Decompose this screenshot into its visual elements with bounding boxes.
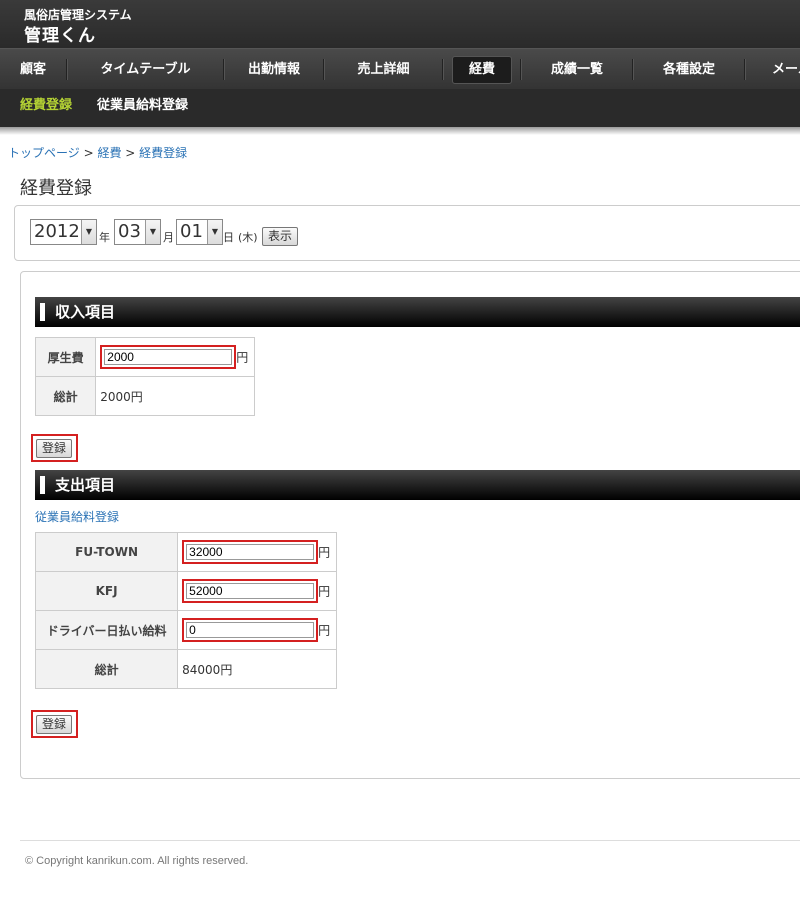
- total-label: 総計: [34, 649, 179, 689]
- nav-separator: [744, 59, 746, 80]
- table-row: KFJ 円: [34, 571, 337, 611]
- expense-table: FU-TOWN 円 KFJ 円 ドライバー日払い給料 円 総計 84000円: [34, 532, 337, 689]
- breadcrumb-current-link[interactable]: 経費登録: [139, 146, 187, 160]
- footer-divider: [20, 840, 800, 841]
- header: 風俗店管理システム 管理くん 顧客 タイムテーブル 出勤情報 売上詳細 経費 成…: [0, 0, 800, 128]
- input-highlight: [100, 345, 237, 369]
- welfare-fee-input[interactable]: [104, 349, 233, 365]
- year-select[interactable]: 2012 ▼: [30, 219, 97, 245]
- total-label: 総計: [34, 376, 97, 416]
- table-row: 総計 2000円: [34, 376, 255, 416]
- input-highlight: [182, 540, 319, 564]
- nav-item-customers[interactable]: 顧客: [0, 49, 66, 90]
- expense-section-header: 支出項目: [35, 470, 800, 500]
- row-label: KFJ: [34, 571, 179, 611]
- breadcrumb-section-link[interactable]: 経費: [97, 146, 121, 160]
- show-button[interactable]: 表示: [262, 227, 298, 246]
- nav-item-attendance[interactable]: 出勤情報: [225, 49, 323, 90]
- unit-label: 円: [318, 623, 331, 638]
- year-label: 年: [99, 231, 110, 244]
- input-highlight: [182, 579, 319, 603]
- income-register-button[interactable]: 登録: [36, 439, 72, 458]
- chevron-down-icon: ▼: [207, 220, 222, 244]
- income-table: 厚生費 円 総計 2000円: [34, 337, 255, 416]
- day-select[interactable]: 01 ▼: [176, 219, 223, 245]
- nav-item-sales-detail[interactable]: 売上詳細: [325, 49, 442, 90]
- chevron-down-icon: ▼: [81, 220, 96, 244]
- unit-label: 円: [318, 584, 331, 599]
- table-row: 厚生費 円: [34, 337, 255, 377]
- kfj-input[interactable]: [186, 583, 315, 599]
- nav-item-performance[interactable]: 成績一覧: [522, 49, 632, 90]
- chevron-down-icon: ▼: [145, 220, 160, 244]
- unit-label: 円: [236, 350, 249, 365]
- breadcrumb-separator: >: [121, 146, 140, 160]
- nav-item-mail[interactable]: メール: [772, 49, 800, 90]
- nav-item-expenses[interactable]: 経費: [444, 49, 520, 90]
- breadcrumb-separator: >: [79, 146, 98, 160]
- row-label: 厚生費: [34, 337, 97, 377]
- subnav-item-expense-registration[interactable]: 経費登録: [20, 89, 72, 127]
- salary-registration-link[interactable]: 従業員給料登録: [35, 508, 119, 525]
- breadcrumb-home-link[interactable]: トップページ: [8, 146, 80, 160]
- weekday-label: (木): [238, 231, 258, 244]
- expense-total-value: 84000円: [177, 649, 337, 689]
- breadcrumb: トップページ > 経費 > 経費登録: [8, 144, 187, 161]
- section-marker-icon: [40, 303, 45, 321]
- day-label: 日: [223, 231, 234, 244]
- page-title: 経費登録: [20, 178, 92, 199]
- subnav-item-salary-registration[interactable]: 従業員給料登録: [97, 89, 188, 127]
- month-select[interactable]: 03 ▼: [114, 219, 161, 245]
- header-top: 風俗店管理システム 管理くん: [0, 0, 800, 48]
- nav-item-timetable[interactable]: タイムテーブル: [68, 49, 223, 90]
- expense-register-button[interactable]: 登録: [36, 715, 72, 734]
- unit-label: 円: [318, 545, 331, 560]
- sub-nav: 経費登録 従業員給料登録: [0, 89, 800, 127]
- table-row: FU-TOWN 円: [34, 532, 337, 572]
- nav-item-settings[interactable]: 各種設定: [634, 49, 744, 90]
- section-marker-icon: [40, 476, 45, 494]
- row-label: FU-TOWN: [34, 532, 179, 572]
- income-section-header: 収入項目: [35, 297, 800, 327]
- header-shadow: [0, 127, 800, 135]
- row-label: ドライバー日払い給料: [34, 610, 179, 650]
- main-nav: 顧客 タイムテーブル 出勤情報 売上詳細 経費 成績一覧 各種設定 メール: [0, 48, 800, 90]
- driver-daily-pay-input[interactable]: [186, 622, 315, 638]
- input-highlight: [182, 618, 319, 642]
- month-label: 月: [163, 231, 174, 244]
- fu-town-input[interactable]: [186, 544, 315, 560]
- app-title[interactable]: 管理くん: [24, 21, 96, 46]
- income-total-value: 2000円: [95, 376, 255, 416]
- table-row: ドライバー日払い給料 円: [34, 610, 337, 650]
- table-row: 総計 84000円: [34, 649, 337, 689]
- copyright: © Copyright kanrikun.com. All rights res…: [25, 855, 249, 867]
